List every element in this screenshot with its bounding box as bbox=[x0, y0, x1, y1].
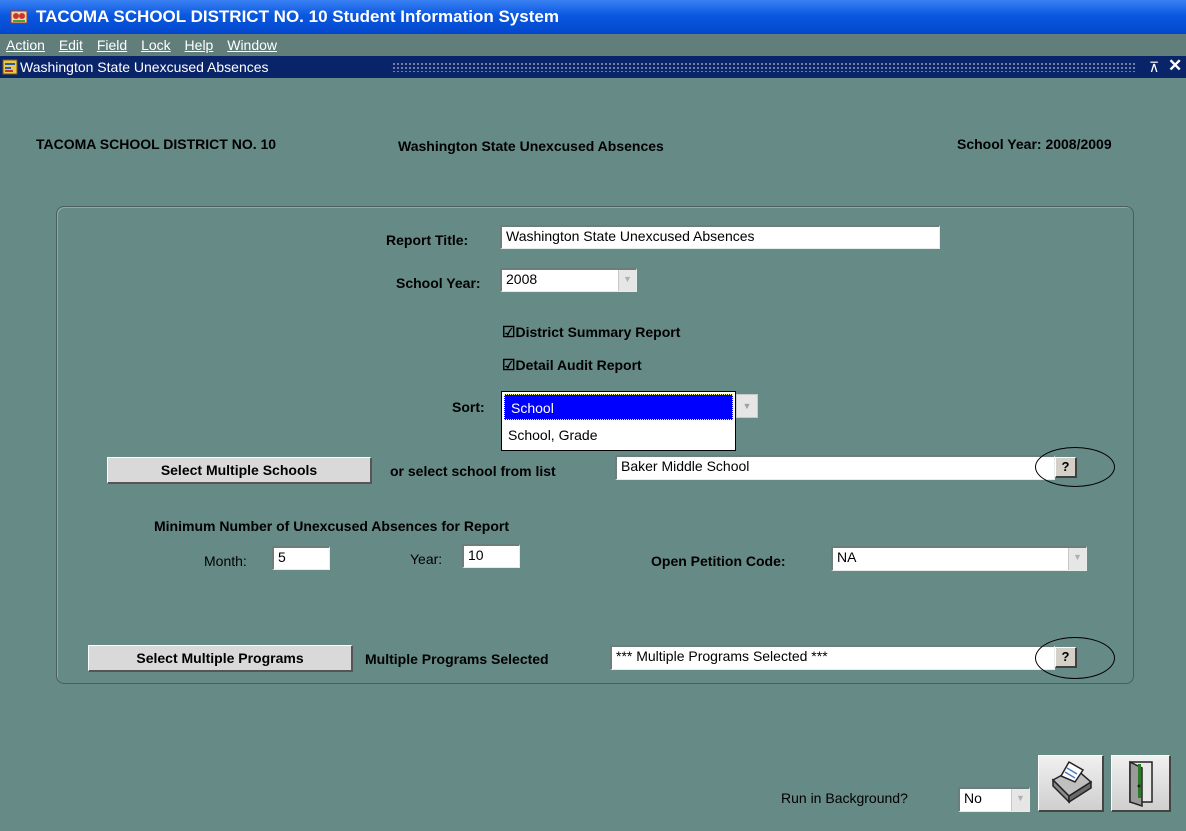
select-school-list-label: or select school from list bbox=[390, 463, 556, 479]
year-input[interactable]: 10 bbox=[462, 544, 520, 568]
run-background-value: No bbox=[964, 790, 982, 806]
school-year-label: School Year: bbox=[396, 275, 481, 291]
school-year-heading: School Year: 2008/2009 bbox=[957, 136, 1112, 152]
report-heading: Washington State Unexcused Absences bbox=[398, 138, 664, 154]
form-icon bbox=[2, 59, 18, 75]
chevron-down-icon[interactable]: ▼ bbox=[1068, 548, 1086, 570]
chevron-down-icon[interactable]: ▼ bbox=[1011, 789, 1029, 811]
menu-window[interactable]: Window bbox=[227, 37, 277, 53]
report-title-input[interactable]: Washington State Unexcused Absences bbox=[500, 225, 940, 249]
month-input[interactable]: 5 bbox=[272, 546, 330, 570]
maximize-icon[interactable]: ⊼ bbox=[1149, 56, 1159, 78]
app-icon bbox=[10, 10, 28, 24]
school-year-select[interactable]: 2008 ▼ bbox=[500, 268, 637, 292]
printer-icon bbox=[1051, 760, 1093, 804]
menu-lock[interactable]: Lock bbox=[141, 37, 171, 53]
highlight-circle bbox=[1035, 637, 1115, 679]
report-title-label: Report Title: bbox=[386, 232, 469, 248]
menu-bar: Action Edit Field Lock Help Window bbox=[0, 34, 1186, 56]
window-title: TACOMA SCHOOL DISTRICT NO. 10 Student In… bbox=[36, 7, 559, 26]
checkbox-icon[interactable]: ☑ bbox=[502, 357, 515, 374]
print-button[interactable] bbox=[1038, 755, 1104, 812]
menu-action[interactable]: Action bbox=[6, 37, 45, 53]
sort-dropdown-button[interactable]: ▼ bbox=[736, 394, 758, 418]
year-label: Year: bbox=[410, 551, 443, 567]
menu-edit[interactable]: Edit bbox=[59, 37, 83, 53]
petition-select[interactable]: NA ▼ bbox=[831, 546, 1087, 571]
district-summary-checkbox[interactable]: ☑District Summary Report bbox=[502, 323, 680, 341]
chevron-down-icon[interactable]: ▼ bbox=[618, 270, 636, 291]
school-year-value: 2008 bbox=[506, 271, 538, 287]
menu-help[interactable]: Help bbox=[185, 37, 214, 53]
sort-option-school-grade[interactable]: School, Grade bbox=[502, 422, 735, 450]
run-background-label: Run in Background? bbox=[781, 790, 908, 806]
highlight-circle bbox=[1035, 447, 1115, 487]
detail-audit-checkbox[interactable]: ☑Detail Audit Report bbox=[502, 356, 642, 374]
district-name: TACOMA SCHOOL DISTRICT NO. 10 bbox=[36, 136, 277, 152]
sort-option-school[interactable]: School bbox=[504, 394, 733, 420]
exit-door-icon bbox=[1129, 760, 1153, 808]
checkbox-icon[interactable]: ☑ bbox=[502, 324, 515, 341]
subwindow-title: Washington State Unexcused Absences bbox=[20, 59, 269, 75]
run-background-select[interactable]: No ▼ bbox=[958, 787, 1030, 812]
district-summary-label: District Summary Report bbox=[515, 324, 681, 340]
month-label: Month: bbox=[204, 553, 247, 569]
exit-button[interactable] bbox=[1111, 755, 1171, 812]
menu-field[interactable]: Field bbox=[97, 37, 127, 53]
sort-label: Sort: bbox=[452, 399, 485, 415]
window-title-bar: TACOMA SCHOOL DISTRICT NO. 10 Student In… bbox=[0, 0, 1186, 34]
petition-label: Open Petition Code: bbox=[651, 553, 786, 569]
detail-audit-label: Detail Audit Report bbox=[515, 357, 642, 373]
close-icon[interactable]: ✕ bbox=[1168, 55, 1182, 77]
programs-input[interactable]: *** Multiple Programs Selected *** bbox=[610, 645, 1055, 670]
min-absences-label: Minimum Number of Unexcused Absences for… bbox=[154, 518, 509, 534]
programs-label: Multiple Programs Selected bbox=[365, 651, 549, 667]
subwindow-title-bar: Washington State Unexcused Absences ⊼ ✕ bbox=[0, 56, 1186, 78]
sort-dropdown-list[interactable]: School School, Grade bbox=[501, 391, 736, 451]
select-multiple-schools-button[interactable]: Select Multiple Schools bbox=[107, 457, 372, 484]
petition-value: NA bbox=[837, 549, 857, 565]
school-input[interactable]: Baker Middle School bbox=[615, 455, 1055, 480]
select-multiple-programs-button[interactable]: Select Multiple Programs bbox=[88, 645, 353, 672]
title-bar-pattern bbox=[392, 62, 1136, 72]
